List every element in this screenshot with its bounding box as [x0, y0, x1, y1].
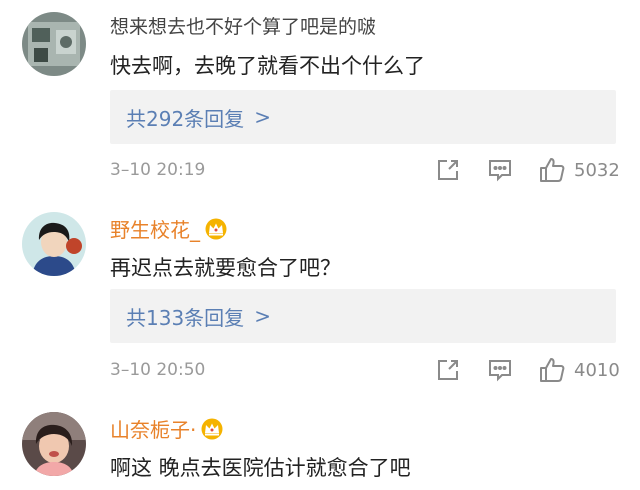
- comment-icon[interactable]: [487, 357, 513, 383]
- username-label: 野生校花_: [110, 218, 200, 242]
- crown-badge-icon: [205, 218, 227, 239]
- comment-icon[interactable]: [487, 157, 513, 183]
- thumbs-up-icon: [540, 158, 565, 182]
- reply-count-label: 共133条回复: [126, 305, 245, 330]
- username[interactable]: 野生校花_: [110, 214, 228, 243]
- thumbs-up-icon: [540, 358, 565, 382]
- comment-timestamp: 3–10 20:19: [110, 160, 206, 180]
- reply-count-label: 共292条回复: [126, 106, 245, 131]
- share-icon[interactable]: [435, 357, 461, 383]
- view-replies-button[interactable]: 共133条回复 >: [110, 289, 616, 343]
- chevron-right-icon: >: [254, 105, 271, 129]
- share-icon[interactable]: [435, 157, 461, 183]
- comment-text-partial: 想来想去也不好个算了吧是的啵: [110, 16, 377, 38]
- avatar[interactable]: [22, 12, 86, 76]
- comment-text: 啊这 晚点去医院估计就愈合了吧: [110, 456, 411, 480]
- like-count: 4010: [574, 359, 620, 381]
- comment-text: 再迟点去就要愈合了吧？: [110, 256, 341, 280]
- like-button[interactable]: 4010: [538, 356, 620, 384]
- comment-timestamp: 3–10 20:50: [110, 360, 206, 380]
- avatar[interactable]: [22, 212, 86, 276]
- avatar[interactable]: [22, 412, 86, 476]
- chevron-right-icon: >: [254, 304, 271, 328]
- comment-text: 快去啊，去晚了就看不出个什么了: [110, 54, 425, 78]
- username[interactable]: 山奈栀子·: [110, 414, 224, 443]
- crown-badge-icon: [201, 418, 223, 439]
- username-label: 山奈栀子·: [110, 418, 197, 442]
- like-count: 5032: [574, 159, 620, 181]
- view-replies-button[interactable]: 共292条回复 >: [110, 90, 616, 144]
- like-button[interactable]: 5032: [538, 156, 620, 184]
